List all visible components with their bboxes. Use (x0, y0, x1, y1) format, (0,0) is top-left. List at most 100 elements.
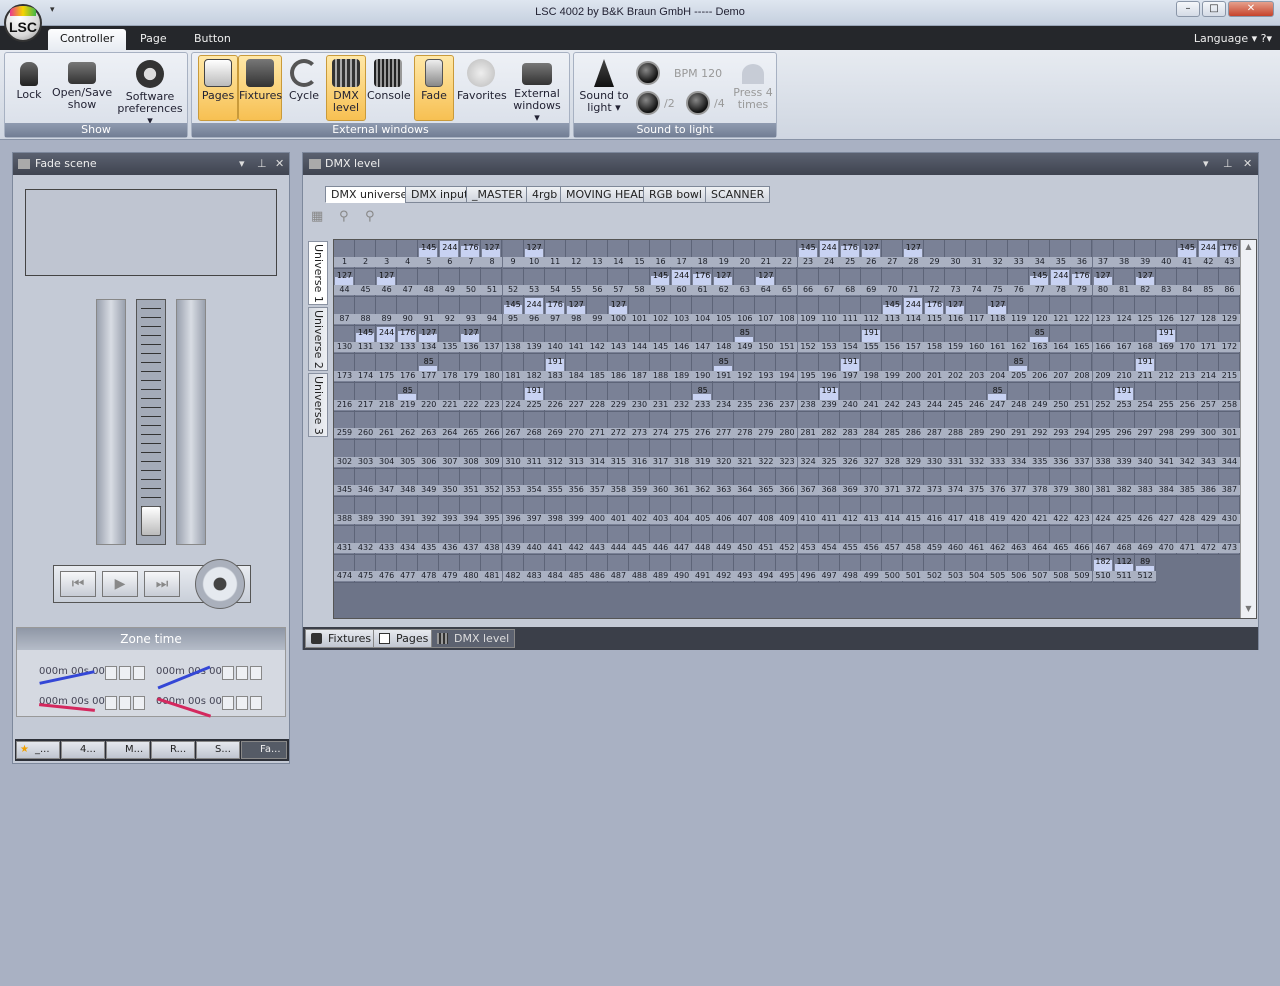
channel-cell[interactable]: 244 42 (1197, 240, 1219, 269)
channel-cell[interactable]: 176 79 (1071, 268, 1093, 298)
channel-cell[interactable]: 311 (523, 440, 545, 469)
channel-cell[interactable]: 268 (523, 411, 545, 441)
half-tempo-knob[interactable] (636, 91, 660, 115)
channel-cell[interactable]: 388 (334, 497, 355, 526)
channel-cell[interactable]: 334 (1008, 440, 1030, 469)
channel-cell[interactable]: 313 (565, 440, 587, 469)
channel-cell[interactable]: 398 (544, 497, 566, 526)
channel-cell[interactable]: 244 24 (818, 240, 840, 269)
channel-cell[interactable]: 124 (1113, 297, 1135, 326)
channel-cell[interactable]: 14 (607, 240, 629, 269)
channel-cell[interactable]: 448 (692, 526, 714, 555)
channel-cell[interactable]: 275 (671, 411, 693, 441)
channel-cell[interactable]: 15 (628, 240, 650, 269)
channel-cell[interactable]: 384 (1155, 468, 1177, 498)
channel-cell[interactable]: 365 (755, 468, 777, 498)
fade-fader[interactable] (136, 299, 166, 545)
channel-cell[interactable]: 428 (1176, 497, 1198, 526)
zone-3-box-a[interactable] (105, 696, 117, 710)
channel-cell[interactable]: 477 (397, 554, 419, 584)
channel-cell[interactable]: 90 (397, 297, 419, 326)
channel-cell[interactable]: 442 (565, 526, 587, 555)
bottom-tab-pages[interactable]: Pages (373, 629, 435, 648)
channel-cell[interactable]: 452 (776, 526, 798, 555)
channel-cell[interactable]: 352 (481, 468, 503, 498)
channel-cell[interactable]: 355 (544, 468, 566, 498)
channel-cell[interactable]: 364 (734, 468, 756, 498)
maximize-button[interactable]: □ (1202, 1, 1226, 17)
channel-cell[interactable]: 153 (818, 325, 840, 355)
channel-cell[interactable]: 244 114 (902, 297, 924, 326)
channel-cell[interactable]: 129 (1218, 297, 1240, 326)
channel-cell[interactable]: 295 (1092, 411, 1114, 441)
channel-cell[interactable]: 69 (860, 268, 882, 298)
channel-cell[interactable]: 20 (734, 240, 756, 269)
channel-cell[interactable]: 457 (881, 526, 903, 555)
channel-cell[interactable]: 172 (1218, 325, 1240, 355)
channel-cell[interactable]: 2 (355, 240, 377, 269)
channel-cell[interactable]: 67 (818, 268, 840, 298)
channel-cell[interactable]: 166 (1092, 325, 1114, 355)
channel-cell[interactable]: 92 (439, 297, 461, 326)
channel-cell[interactable]: 151 (776, 325, 798, 355)
channel-cell[interactable]: 145 77 (1029, 268, 1051, 298)
channel-cell[interactable]: 209 (1092, 354, 1114, 383)
pages-button[interactable]: Pages (198, 55, 238, 121)
channel-cell[interactable]: 39 (1134, 240, 1156, 269)
channel-cell[interactable]: 223 (481, 383, 503, 412)
channel-cell[interactable]: 189 (671, 354, 693, 383)
channel-cell[interactable]: 463 (1008, 526, 1030, 555)
channel-cell[interactable]: 415 (902, 497, 924, 526)
channel-cell[interactable]: 262 (397, 411, 419, 441)
channel-cell[interactable]: 406 (713, 497, 735, 526)
channel-cell[interactable]: 236 (755, 383, 777, 412)
channel-cell[interactable]: 347 (376, 468, 398, 498)
channel-cell[interactable]: 214 (1197, 354, 1219, 383)
channel-cell[interactable]: 119 (1008, 297, 1030, 326)
channel-cell[interactable]: 33 (1008, 240, 1030, 269)
channel-cell[interactable]: 363 (713, 468, 735, 498)
channel-cell[interactable]: 504 (966, 554, 988, 584)
channel-cell[interactable]: 127 100 (607, 297, 629, 326)
channel-cell[interactable]: 85 247 (987, 383, 1009, 412)
channel-cell[interactable]: 227 (565, 383, 587, 412)
channel-cell[interactable]: 47 (397, 268, 419, 298)
channel-cell[interactable]: 258 (1218, 383, 1240, 412)
channel-cell[interactable]: 107 (755, 297, 777, 326)
channel-cell[interactable]: 453 (797, 526, 819, 555)
channel-cell[interactable]: 393 (439, 497, 461, 526)
channel-cell[interactable]: 178 (439, 354, 461, 383)
channel-cell[interactable]: 218 (376, 383, 398, 412)
channel-cell[interactable]: 350 (439, 468, 461, 498)
channel-cell[interactable]: 145 131 (355, 325, 377, 355)
channel-cell[interactable]: 127 136 (460, 325, 482, 355)
channel-cell[interactable]: 142 (586, 325, 608, 355)
channel-cell[interactable]: 174 (355, 354, 377, 383)
channel-cell[interactable]: 300 (1197, 411, 1219, 441)
channel-cell[interactable]: 145 23 (797, 240, 819, 269)
channel-cell[interactable]: 148 (713, 325, 735, 355)
channel-cell[interactable]: 440 (523, 526, 545, 555)
channel-cell[interactable]: 485 (565, 554, 587, 584)
channel-cell[interactable]: 288 (945, 411, 967, 441)
panel-close-icon[interactable]: ✕ (275, 153, 284, 175)
channel-cell[interactable]: 173 (334, 354, 355, 383)
channel-cell[interactable]: 357 (586, 468, 608, 498)
channel-cell[interactable]: 117 (966, 297, 988, 326)
channel-cell[interactable]: 499 (860, 554, 882, 584)
channel-cell[interactable]: 429 (1197, 497, 1219, 526)
channel-cell[interactable]: 94 (481, 297, 503, 326)
quarter-tempo-knob[interactable] (686, 91, 710, 115)
channel-cell[interactable]: 176 115 (923, 297, 945, 326)
channel-cell[interactable]: 264 (439, 411, 461, 441)
channel-cell[interactable]: 392 (418, 497, 440, 526)
channel-cell[interactable]: 375 (966, 468, 988, 498)
channel-cell[interactable]: 91 (418, 297, 440, 326)
channel-cell[interactable]: 483 (523, 554, 545, 584)
channel-cell[interactable]: 404 (671, 497, 693, 526)
channel-cell[interactable]: 127 64 (755, 268, 777, 298)
channel-cell[interactable]: 503 (945, 554, 967, 584)
channel-cell[interactable]: 289 (966, 411, 988, 441)
channel-cell[interactable]: 127 82 (1134, 268, 1156, 298)
channel-cell[interactable]: 13 (586, 240, 608, 269)
